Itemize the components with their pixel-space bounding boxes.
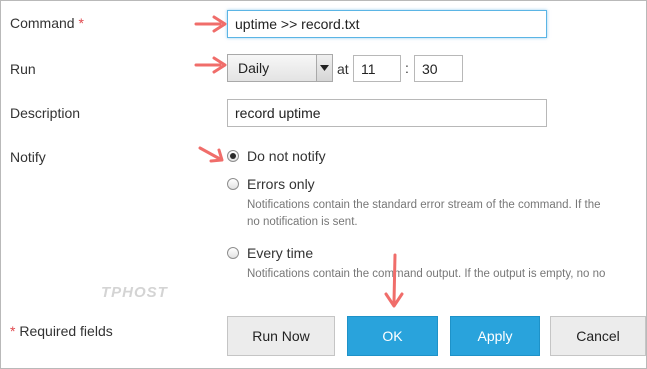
errors-only-hint-line-1: Notifications contain the standard error…: [247, 199, 601, 211]
apply-button[interactable]: Apply: [450, 316, 540, 356]
watermark: TPHOST: [101, 284, 168, 301]
chevron-down-icon: [320, 65, 329, 71]
command-input[interactable]: uptime >> record.txt: [227, 10, 547, 38]
annotation-arrow-down-icon: [384, 253, 404, 308]
hour-input[interactable]: 11: [353, 55, 401, 82]
option-do-not-notify-label[interactable]: Do not notify: [247, 148, 326, 164]
required-note-asterisk: *: [10, 323, 16, 339]
run-frequency-select[interactable]: Daily: [227, 54, 333, 82]
scheduled-task-form: Command * uptime >> record.txt Run Daily…: [0, 0, 647, 369]
every-time-hint: Notifications contain the command output…: [247, 268, 606, 280]
command-label: Command *: [10, 15, 84, 31]
required-fields-note: * Required fields: [10, 323, 113, 339]
errors-only-hint-line-2: no notification is sent.: [247, 216, 358, 228]
description-input[interactable]: record uptime: [227, 99, 547, 127]
run-frequency-value: Daily: [238, 60, 270, 76]
annotation-arrow-icon: [194, 56, 227, 74]
radio-every-time[interactable]: [227, 247, 239, 259]
run-label: Run: [10, 61, 36, 77]
description-label: Description: [10, 105, 81, 121]
run-now-button[interactable]: Run Now: [227, 316, 335, 356]
time-separator: :: [405, 60, 409, 76]
option-errors-only-label[interactable]: Errors only: [247, 176, 315, 192]
at-label: at: [337, 61, 349, 77]
dropdown-toggle[interactable]: [316, 55, 332, 81]
annotation-arrow-icon: [198, 146, 224, 163]
option-every-time-label[interactable]: Every time: [247, 245, 313, 261]
cancel-button[interactable]: Cancel: [550, 316, 646, 356]
annotation-arrow-icon: [194, 15, 227, 33]
radio-errors-only[interactable]: [227, 178, 239, 190]
ok-button[interactable]: OK: [347, 316, 438, 356]
radio-do-not-notify[interactable]: [227, 150, 239, 162]
minute-input[interactable]: 30: [414, 55, 463, 82]
required-note-text: Required fields: [19, 323, 113, 339]
notify-label: Notify: [10, 149, 46, 165]
required-asterisk: *: [78, 15, 84, 31]
command-label-text: Command: [10, 15, 75, 31]
